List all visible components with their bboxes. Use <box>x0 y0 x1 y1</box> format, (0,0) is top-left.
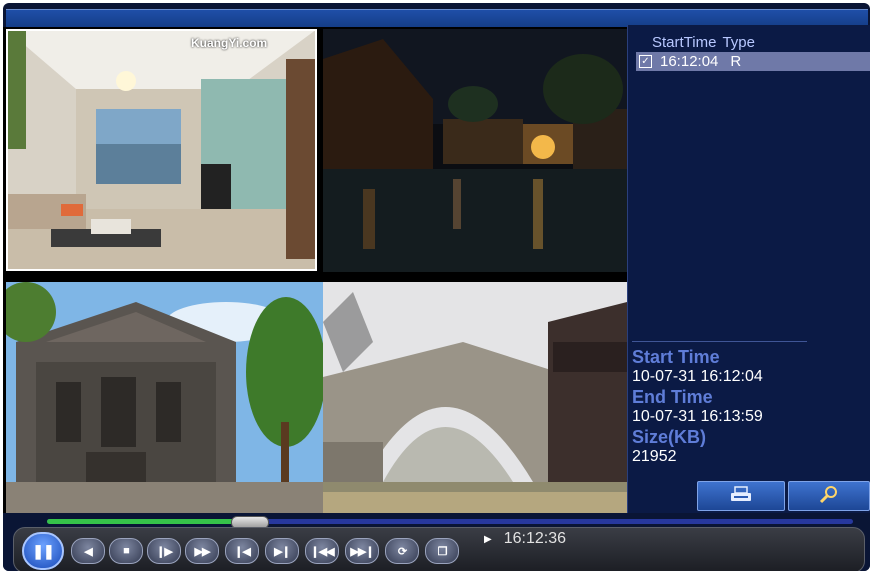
end-time-label: End Time <box>632 387 713 407</box>
reverse-play-button[interactable]: ◀ <box>71 538 105 564</box>
backup-button[interactable] <box>697 481 785 511</box>
play-indicator-icon: ▶ <box>484 533 492 545</box>
current-time: 16:12:36 <box>503 530 566 547</box>
next-frame-icon: ▶❙ <box>274 545 291 558</box>
loop-button[interactable]: ⟳ <box>385 538 419 564</box>
row-time: 16:12:04 <box>660 53 719 70</box>
row-type: R <box>730 53 742 70</box>
previous-file-button[interactable]: ❙◀◀ <box>305 538 339 564</box>
start-time-value: 10-07-31 16:12:04 <box>632 368 763 385</box>
slow-play-icon: ❙▶ <box>156 545 173 558</box>
start-time-label: Start Time <box>632 347 720 367</box>
fullscreen-button[interactable]: ❐ <box>425 538 459 564</box>
control-bar: ❚❚ ◀ ■ ❙▶ ▶▶ ❙◀ ▶❙ ❙◀◀ ▶▶❙ ⟳ ❐ ▶ 16:12:3… <box>13 527 865 571</box>
channel-2-video[interactable] <box>323 29 627 272</box>
search-icon <box>819 484 839 509</box>
slow-play-button[interactable]: ❙▶ <box>147 538 181 564</box>
watermark: KuangYi.com <box>191 36 268 50</box>
fast-forward-icon: ▶▶ <box>194 545 211 558</box>
loop-icon: ⟳ <box>397 545 407 558</box>
pause-icon: ❚❚ <box>32 542 54 559</box>
seek-progress <box>47 519 249 524</box>
previous-frame-button[interactable]: ❙◀ <box>225 538 259 564</box>
channel-1-video[interactable]: KuangYi.com <box>6 29 317 271</box>
video-grid: KuangYi.com <box>3 27 627 513</box>
size-label: Size(KB) <box>632 427 707 447</box>
info-divider <box>632 341 807 342</box>
fullscreen-icon: ❐ <box>437 545 448 558</box>
checkbox-icon[interactable]: ✓ <box>639 55 652 68</box>
previous-frame-icon: ❙◀ <box>234 545 251 558</box>
reverse-play-icon: ◀ <box>84 545 93 558</box>
file-panel: StartTime Type ✓ 16:12:04 R Start Time 1… <box>627 25 870 515</box>
size-value: 21952 <box>632 448 677 465</box>
file-list-header: StartTime Type <box>652 34 852 51</box>
header-type: Type <box>722 34 755 51</box>
next-file-button[interactable]: ▶▶❙ <box>345 538 379 564</box>
previous-file-icon: ❙◀◀ <box>310 545 334 558</box>
channel-3-video[interactable] <box>6 282 323 513</box>
stop-icon: ■ <box>123 545 130 557</box>
search-button[interactable] <box>788 481 870 511</box>
playback-controls: ❚❚ ◀ ■ ❙▶ ▶▶ ❙◀ ▶❙ ❙◀◀ ▶▶❙ ⟳ ❐ ▶ 16:12:3… <box>3 513 870 571</box>
backup-icon <box>730 485 752 507</box>
fast-forward-button[interactable]: ▶▶ <box>185 538 219 564</box>
pause-button[interactable]: ❚❚ <box>22 532 64 570</box>
header-starttime: StartTime <box>652 34 717 51</box>
playback-window: KuangYi.com StartTime Type ✓ 16:12:04 R … <box>3 3 870 571</box>
end-time-value: 10-07-31 16:13:59 <box>632 408 763 425</box>
playback-time: ▶ 16:12:36 <box>484 530 566 548</box>
next-frame-button[interactable]: ▶❙ <box>265 538 299 564</box>
next-file-icon: ▶▶❙ <box>350 545 374 558</box>
seek-bar[interactable] <box>47 516 853 529</box>
stop-button[interactable]: ■ <box>109 538 143 564</box>
file-info: Start Time 10-07-31 16:12:04 End Time 10… <box>632 341 862 467</box>
file-list-row[interactable]: ✓ 16:12:04 R <box>636 52 870 71</box>
channel-4-video[interactable] <box>323 282 627 513</box>
